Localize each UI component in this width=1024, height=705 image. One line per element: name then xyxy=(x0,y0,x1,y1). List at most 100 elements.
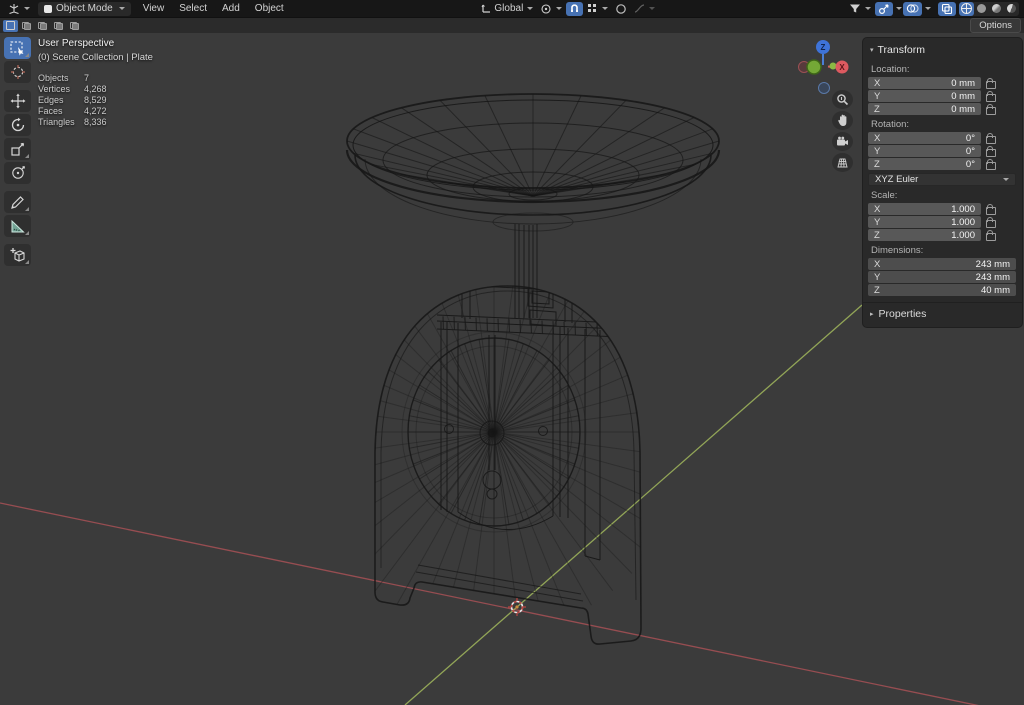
chevron-down-icon xyxy=(527,7,533,10)
tool-rotate[interactable] xyxy=(4,114,31,136)
3d-cursor-tool-icon xyxy=(10,64,26,80)
viewport-editor-icon xyxy=(8,3,20,14)
transform-orientation-selector[interactable]: Global xyxy=(478,2,536,16)
stat-label: Objects xyxy=(38,73,84,84)
proportional-editing-toggle[interactable] xyxy=(612,2,630,16)
lock-icon[interactable] xyxy=(986,233,996,241)
object-type-visibility-selector[interactable] xyxy=(846,2,874,16)
mode-selector[interactable]: Object Mode xyxy=(38,2,131,16)
gizmo-axis-neg-z[interactable] xyxy=(819,83,830,94)
stat-label: Vertices xyxy=(38,84,84,95)
tool-annotate[interactable] xyxy=(4,191,31,213)
tool-cursor[interactable] xyxy=(4,61,31,83)
proportional-falloff-selector[interactable] xyxy=(631,2,658,16)
chevron-down-icon xyxy=(602,7,608,10)
select-mode-subtract-button[interactable] xyxy=(35,20,50,32)
shading-wireframe-button[interactable] xyxy=(959,2,974,16)
location-z-field[interactable]: Z0 mm xyxy=(868,103,981,115)
rotation-x-row: X0° xyxy=(868,132,1017,144)
chevron-down-icon[interactable] xyxy=(896,7,902,10)
dimensions-x-field[interactable]: X243 mm xyxy=(868,258,1016,270)
rotation-x-field[interactable]: X0° xyxy=(868,132,981,144)
zoom-button[interactable] xyxy=(832,90,853,109)
rotation-mode-dropdown[interactable]: XYZ Euler xyxy=(868,173,1016,186)
rotate-icon xyxy=(10,117,26,133)
menu-select[interactable]: Select xyxy=(172,0,214,17)
snap-toggle[interactable] xyxy=(566,2,583,16)
menu-object[interactable]: Object xyxy=(248,0,291,17)
scale-y-field[interactable]: Y1.000 xyxy=(868,216,981,228)
location-x-field[interactable]: X0 mm xyxy=(868,77,981,89)
scale-z-row: Z1.000 xyxy=(868,229,1017,241)
lock-icon[interactable] xyxy=(986,149,996,157)
scale-label: Scale: xyxy=(871,190,1017,201)
tool-transform[interactable] xyxy=(4,162,31,184)
subtool-indicator xyxy=(25,231,29,235)
gizmo-z-label: Z xyxy=(821,43,826,52)
transform-icon xyxy=(10,165,26,181)
properties-panel-header[interactable]: ▸ Properties xyxy=(868,307,1017,321)
rotation-label: Rotation: xyxy=(871,119,1017,130)
rotation-z-field[interactable]: Z0° xyxy=(868,158,981,170)
select-mode-intersect-button[interactable] xyxy=(67,20,82,32)
editor-type-selector[interactable] xyxy=(5,2,33,16)
chevron-down-icon[interactable] xyxy=(925,7,931,10)
gizmo-axis-neg-y[interactable] xyxy=(830,63,837,70)
wireframe-shading-icon xyxy=(961,3,972,14)
menu-view[interactable]: View xyxy=(136,0,172,17)
show-overlays-toggle[interactable] xyxy=(903,2,922,16)
xray-icon xyxy=(941,3,953,15)
tool-scale[interactable] xyxy=(4,138,31,160)
tool-select-box[interactable] xyxy=(4,37,31,59)
lock-icon[interactable] xyxy=(986,207,996,215)
rotation-y-field[interactable]: Y0° xyxy=(868,145,981,157)
perspective-toggle-button[interactable] xyxy=(832,153,853,172)
shading-rendered-button[interactable] xyxy=(1004,2,1019,16)
filter-funnel-icon xyxy=(849,3,861,14)
pivot-point-selector[interactable] xyxy=(537,2,565,16)
dimensions-y-field[interactable]: Y243 mm xyxy=(868,271,1016,283)
lock-icon[interactable] xyxy=(986,220,996,228)
lock-icon[interactable] xyxy=(986,162,996,170)
shading-solid-button[interactable] xyxy=(974,2,989,16)
tool-move[interactable] xyxy=(4,90,31,112)
select-extend-icon xyxy=(22,22,31,30)
lock-icon[interactable] xyxy=(986,136,996,144)
tool-measure[interactable] xyxy=(4,215,31,237)
shading-mode-group xyxy=(959,2,1019,16)
select-mode-set-button[interactable] xyxy=(3,20,18,32)
lock-icon[interactable] xyxy=(986,81,996,89)
scale-x-field[interactable]: X1.000 xyxy=(868,203,981,215)
select-mode-extend-button[interactable] xyxy=(19,20,34,32)
rendered-shading-icon xyxy=(1007,4,1016,13)
pan-button[interactable] xyxy=(832,111,853,130)
scale-z-field[interactable]: Z1.000 xyxy=(868,229,981,241)
lock-icon[interactable] xyxy=(986,94,996,102)
location-x-row: X0 mm xyxy=(868,77,1017,89)
dimensions-z-field[interactable]: Z40 mm xyxy=(868,284,1016,296)
lock-icon[interactable] xyxy=(986,107,996,115)
chevron-down-icon xyxy=(119,7,125,10)
subtool-indicator xyxy=(25,260,29,264)
toggle-xray-button[interactable] xyxy=(938,2,956,16)
shading-material-button[interactable] xyxy=(989,2,1004,16)
select-set-icon xyxy=(6,21,15,30)
field-value: 0° xyxy=(880,159,975,170)
options-button[interactable]: Options xyxy=(970,18,1021,33)
menu-add[interactable]: Add xyxy=(215,0,247,17)
scale-icon xyxy=(10,141,26,157)
navigation-gizmo[interactable]: Z X xyxy=(796,38,852,96)
location-y-field[interactable]: Y0 mm xyxy=(868,90,981,102)
gizmo-axis-y[interactable] xyxy=(807,60,821,74)
falloff-curve-icon xyxy=(634,3,645,14)
rotation-mode-value: XYZ Euler xyxy=(875,174,918,185)
camera-view-button[interactable] xyxy=(832,132,853,151)
snap-with-selector[interactable] xyxy=(584,2,611,16)
transform-panel-header[interactable]: ▾ Transform xyxy=(868,42,1017,60)
camera-icon xyxy=(836,136,849,148)
tool-add-cube[interactable] xyxy=(4,244,31,266)
show-gizmos-toggle[interactable] xyxy=(875,2,893,16)
dimensions-label: Dimensions: xyxy=(871,245,1017,256)
select-mode-invert-button[interactable] xyxy=(51,20,66,32)
field-value: 1.000 xyxy=(880,217,975,228)
